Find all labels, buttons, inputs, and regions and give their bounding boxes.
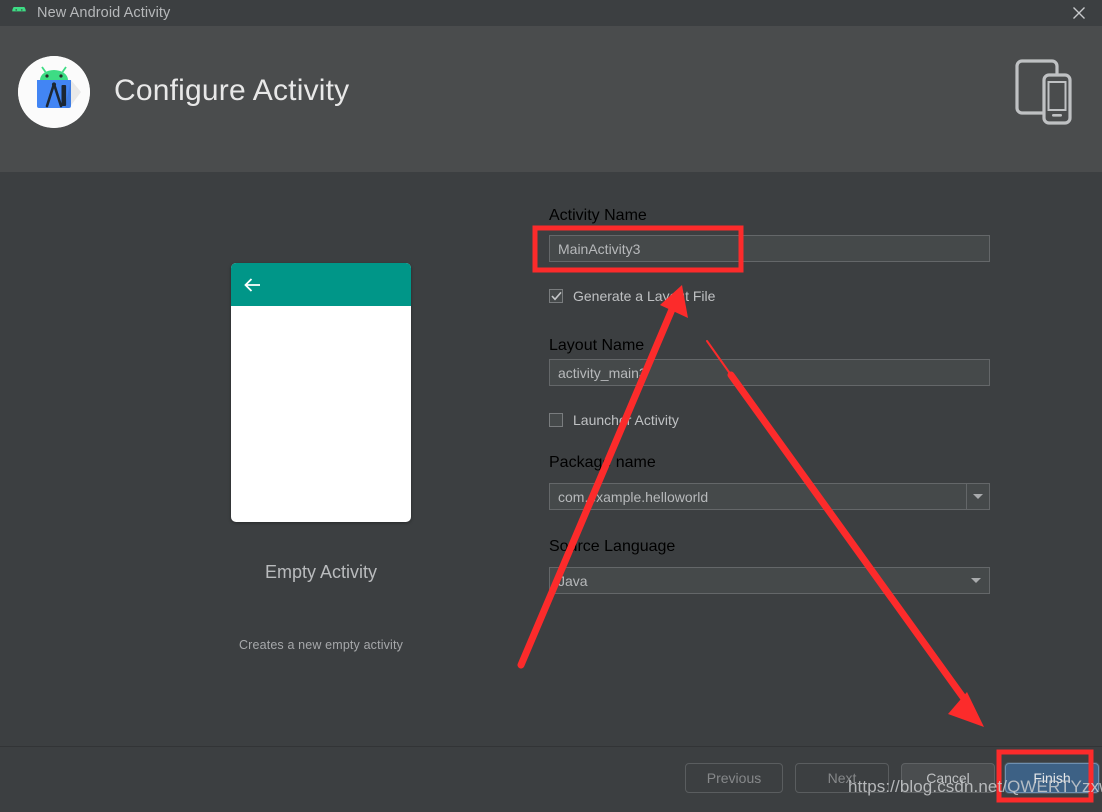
dialog-header: Configure Activity [0, 26, 1102, 172]
preview-appbar [231, 263, 411, 306]
package-name-label: Package name [549, 454, 656, 472]
tablet-and-phone-icon [994, 53, 1078, 133]
package-name-combo[interactable]: com.example.helloworld [549, 483, 990, 510]
chevron-down-icon[interactable] [966, 483, 990, 510]
checkbox-checked-icon [549, 289, 563, 303]
titlebar: New Android Activity [0, 0, 1102, 27]
close-icon[interactable] [1056, 0, 1102, 26]
finish-button[interactable]: Finish [1005, 763, 1099, 793]
activity-name-input[interactable]: MainActivity3 [549, 235, 990, 262]
activity-name-value: MainActivity3 [558, 241, 640, 257]
dialog-body: Empty Activity Creates a new empty activ… [0, 172, 1102, 746]
previous-button[interactable]: Previous [685, 763, 783, 793]
cancel-button[interactable]: Cancel [901, 763, 995, 793]
arrow-back-icon [242, 274, 264, 296]
template-name: Empty Activity [0, 562, 642, 583]
next-button[interactable]: Next [795, 763, 889, 793]
launcher-activity-label: Launcher Activity [573, 412, 679, 428]
android-robot-icon [10, 6, 28, 20]
android-studio-logo-icon [18, 56, 90, 128]
generate-layout-checkbox[interactable]: Generate a Layout File [549, 288, 715, 304]
source-language-combo[interactable]: Java [549, 567, 990, 594]
dialog-footer: Previous Next Cancel Finish [0, 746, 1102, 808]
package-name-value: com.example.helloworld [558, 489, 708, 505]
titlebar-title: New Android Activity [37, 5, 170, 21]
activity-name-label: Activity Name [549, 207, 647, 225]
launcher-activity-checkbox[interactable]: Launcher Activity [549, 412, 679, 428]
activity-preview-card [231, 263, 411, 522]
layout-name-input[interactable]: activity_main3 [549, 359, 990, 386]
chevron-down-icon[interactable] [971, 568, 981, 593]
source-language-value: Java [558, 573, 588, 589]
layout-name-label: Layout Name [549, 337, 644, 355]
page-title: Configure Activity [114, 74, 349, 108]
generate-layout-label: Generate a Layout File [573, 288, 715, 304]
template-description: Creates a new empty activity [0, 638, 642, 652]
checkbox-unchecked-icon [549, 413, 563, 427]
new-android-activity-dialog: New Android Activity [0, 0, 1102, 807]
source-language-label: Source Language [549, 538, 675, 556]
layout-name-value: activity_main3 [558, 365, 647, 381]
